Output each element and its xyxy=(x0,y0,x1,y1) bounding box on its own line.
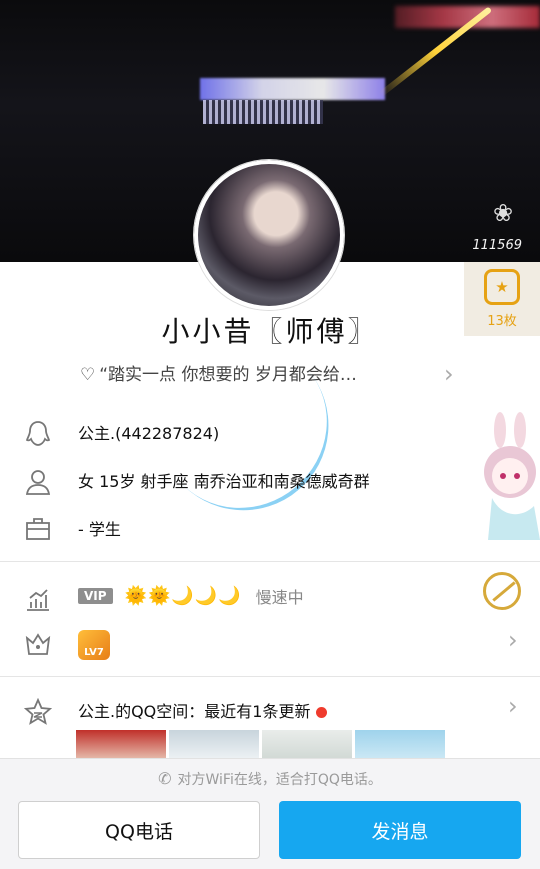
qzone-row[interactable]: 公主.的QQ空间：最近有1条更新 xyxy=(0,686,540,736)
cover-light-stripes xyxy=(203,100,323,124)
divider xyxy=(0,561,540,562)
qzone-photo[interactable] xyxy=(355,730,445,760)
chevron-right-icon[interactable]: › xyxy=(508,626,518,654)
level-icons: 🌞🌞🌙🌙🌙 xyxy=(124,585,242,607)
qq-number: 公主.(442287824) xyxy=(78,424,220,443)
occupation: - 学生 xyxy=(78,520,121,539)
qzone-photo[interactable] xyxy=(169,730,259,760)
decorative-stamp-icon xyxy=(483,572,521,610)
personal-details: 女 15岁 射手座 南乔治亚和南桑德威奇群 xyxy=(78,472,370,491)
update-dot xyxy=(316,707,328,718)
qzone-text: 公主.的QQ空间：最近有1条更新 xyxy=(78,698,328,722)
wifi-call-hint: ✆ 对方WiFi在线，适合打QQ电话。 xyxy=(0,769,540,789)
bottom-action-bar: ✆ 对方WiFi在线，适合打QQ电话。 QQ电话 发消息 xyxy=(0,758,540,869)
heart-icon: ♡ xyxy=(80,365,96,385)
qzone-photo[interactable] xyxy=(262,730,352,760)
flower-icon[interactable]: ❀ xyxy=(488,198,518,228)
level-chart-icon xyxy=(24,586,52,614)
qzone-update-text: 公主.的QQ空间：最近有1条更新 xyxy=(78,702,311,721)
cover-light-blue xyxy=(200,78,385,100)
person-icon xyxy=(24,468,52,496)
qq-number-row[interactable]: 公主.(442287824) xyxy=(0,408,540,458)
qzone-photo[interactable] xyxy=(76,730,166,760)
vip-badge: VIP xyxy=(78,588,113,604)
crown-icon xyxy=(24,632,52,660)
avatar[interactable] xyxy=(194,160,344,310)
qzone-star-icon xyxy=(23,697,53,726)
vip-level-info: VIP 🌞🌞🌙🌙🌙 慢速中 xyxy=(78,584,304,608)
divider xyxy=(0,676,540,677)
wifi-hint-text: 对方WiFi在线，适合打QQ电话。 xyxy=(177,772,382,788)
star-badge-icon: ★ xyxy=(484,269,520,305)
send-message-button[interactable]: 发消息 xyxy=(279,801,521,859)
briefcase-icon xyxy=(24,516,52,544)
decorative-pendant xyxy=(470,410,540,540)
chevron-right-icon[interactable]: › xyxy=(508,692,518,720)
vip-level-row[interactable]: VIP 🌞🌞🌙🌙🌙 慢速中 xyxy=(0,574,540,624)
penguin-icon xyxy=(24,420,52,448)
qq-call-button[interactable]: QQ电话 xyxy=(18,801,260,859)
level-badge: LV7 xyxy=(78,630,110,660)
chevron-right-icon[interactable]: › xyxy=(444,360,454,388)
occupation-row: - 学生 xyxy=(0,504,540,554)
visit-count[interactable]: 111569 xyxy=(472,238,522,253)
personal-details-row: 女 15岁 射手座 南乔治亚和南桑德威奇群 xyxy=(0,456,540,506)
phone-icon: ✆ xyxy=(158,769,172,788)
acceleration-status: 慢速中 xyxy=(255,588,304,607)
